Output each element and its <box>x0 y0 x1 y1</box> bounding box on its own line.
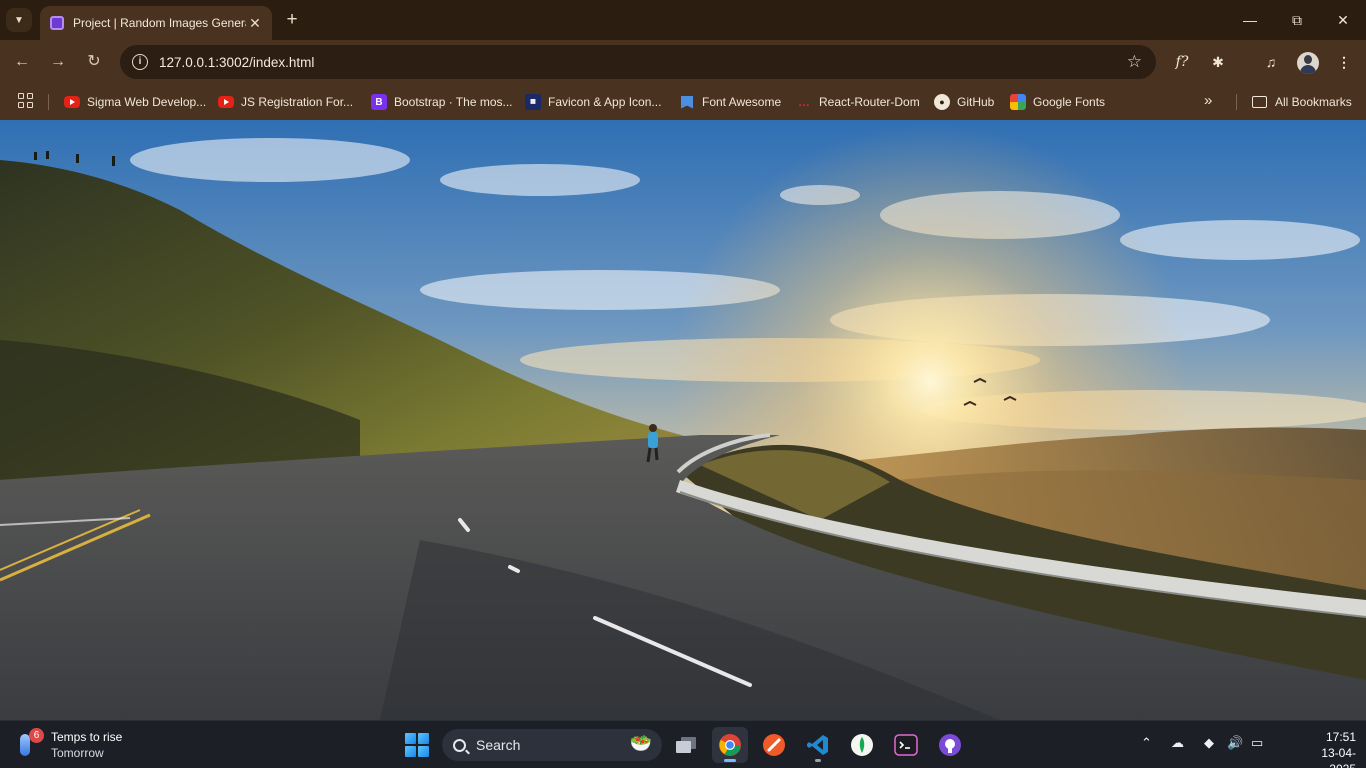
reload-icon: ↻ <box>87 53 101 70</box>
google-fonts-icon <box>1010 94 1026 110</box>
bookmark-label: Google Fonts <box>1033 95 1106 109</box>
address-bar[interactable]: i 127.0.0.1:3002/index.html ☆ <box>120 45 1156 79</box>
bookmark-label: Favicon & App Icon... <box>548 95 662 109</box>
chevron-down-icon: ▼ <box>14 14 24 26</box>
minimize-button[interactable]: — <box>1232 8 1268 32</box>
tab-strip: ▼ Project | Random Images Generator ✕ + … <box>0 0 1366 40</box>
all-bookmarks-button[interactable]: All Bookmarks <box>1252 92 1352 112</box>
arrow-right-icon: → <box>50 53 66 70</box>
task-view-icon[interactable] <box>668 727 704 763</box>
bookmark-item[interactable]: Sigma Web Develop... <box>64 92 206 112</box>
weather-widget[interactable]: 6 Temps to rise Tomorrow <box>18 728 148 762</box>
search-icon <box>453 738 466 752</box>
vscode-icon[interactable] <box>800 727 836 763</box>
bookmark-item[interactable]: ● GitHub <box>934 92 994 112</box>
tab-active[interactable]: Project | Random Images Generator ✕ <box>40 6 272 40</box>
extensions-puzzle-icon[interactable]: ✱ <box>1207 51 1229 73</box>
chevron-up-icon[interactable]: ⌃ <box>1141 735 1152 751</box>
notification-badge: 6 <box>29 728 44 743</box>
search-placeholder: Search <box>476 737 521 753</box>
battery-icon[interactable]: ▭ <box>1251 735 1263 751</box>
arrow-left-icon: ← <box>14 53 30 70</box>
profile-avatar[interactable] <box>1297 52 1319 74</box>
apps-grid-icon[interactable] <box>18 93 34 109</box>
taskbar-search[interactable]: Search 🥗 <box>442 729 662 761</box>
realfavicon-icon: ▦ <box>525 94 541 110</box>
url-text: 127.0.0.1:3002/index.html <box>159 54 315 70</box>
react-router-icon: … <box>798 95 810 109</box>
bookmark-item[interactable]: ▦ Favicon & App Icon... <box>525 92 661 112</box>
wifi-icon[interactable]: ◆ <box>1204 735 1214 751</box>
reload-button[interactable]: ↻ <box>82 50 106 74</box>
active-indicator <box>724 759 736 762</box>
youtube-icon <box>64 96 80 108</box>
bookmark-label: JS Registration For... <box>241 95 354 109</box>
youtube-icon <box>218 96 234 108</box>
bookmark-label: React-Router-Dom <box>819 95 920 109</box>
extension-fx-icon[interactable]: f? <box>1171 51 1193 73</box>
back-button[interactable]: ← <box>10 50 34 74</box>
media-controls-icon[interactable]: ♫ <box>1260 51 1282 73</box>
bookmark-item[interactable]: Google Fonts <box>1010 92 1105 112</box>
bookmark-item[interactable]: Font Awesome <box>679 92 781 112</box>
taskbar: 6 Temps to rise Tomorrow Search 🥗 ⌃ ☁ ◆ … <box>0 720 1366 768</box>
volume-icon[interactable]: 🔊 <box>1227 735 1243 751</box>
weather-subtitle: Tomorrow <box>51 746 104 760</box>
terminal-icon[interactable] <box>888 727 924 763</box>
tab-favicon-icon <box>50 16 64 30</box>
weather-title: Temps to rise <box>51 730 123 744</box>
all-bookmarks-label: All Bookmarks <box>1275 95 1352 109</box>
chrome-icon[interactable] <box>712 727 748 763</box>
github-desktop-icon[interactable] <box>932 727 968 763</box>
new-tab-button[interactable]: + <box>282 9 302 31</box>
brave-icon[interactable] <box>756 727 792 763</box>
menu-kebab-icon[interactable]: ⋮ <box>1333 51 1355 73</box>
page-image <box>0 120 1366 720</box>
windows-start-icon[interactable] <box>405 733 429 757</box>
bookmark-item[interactable]: B Bootstrap · The mos... <box>371 92 513 112</box>
more-bookmarks-icon[interactable]: » <box>1204 92 1212 109</box>
bookmark-label: Font Awesome <box>702 95 782 109</box>
bookmark-item[interactable]: JS Registration For... <box>218 92 353 112</box>
divider <box>48 94 49 110</box>
folder-icon <box>1252 96 1267 108</box>
mongodb-icon[interactable] <box>844 727 880 763</box>
bookmark-label: Sigma Web Develop... <box>87 95 207 109</box>
forward-button[interactable]: → <box>46 50 70 74</box>
bookmarks-bar: Sigma Web Develop... JS Registration For… <box>0 84 1366 120</box>
divider <box>1236 94 1237 110</box>
bookmark-label: Bootstrap · The mos... <box>394 95 513 109</box>
bookmark-label: GitHub <box>957 95 995 109</box>
tab-title: Project | Random Images Generator <box>73 16 246 30</box>
onedrive-cloud-icon[interactable]: ☁ <box>1171 735 1184 751</box>
bookmark-item[interactable]: … React-Router-Dom <box>796 92 920 112</box>
running-indicator <box>815 759 821 762</box>
font-awesome-icon <box>679 94 695 110</box>
github-icon: ● <box>934 94 950 110</box>
bootstrap-icon: B <box>371 94 387 110</box>
clock-time: 17:51 <box>1325 730 1356 744</box>
clock-date: 13-04-2025 <box>1321 746 1356 768</box>
close-window-button[interactable]: ✕ <box>1325 8 1361 32</box>
system-clock[interactable]: 17:51 13-04-2025 <box>1300 729 1356 768</box>
bookmark-star-icon[interactable]: ☆ <box>1127 52 1142 72</box>
tab-close-icon[interactable]: ✕ <box>246 15 264 32</box>
tab-search-button[interactable]: ▼ <box>6 8 32 32</box>
restore-button[interactable]: ⧉ <box>1279 8 1315 32</box>
site-info-icon[interactable]: i <box>132 54 148 70</box>
search-highlight-icon: 🥗 <box>629 733 652 753</box>
toolbar: ← → ↻ i 127.0.0.1:3002/index.html ☆ f? ✱… <box>0 40 1366 84</box>
